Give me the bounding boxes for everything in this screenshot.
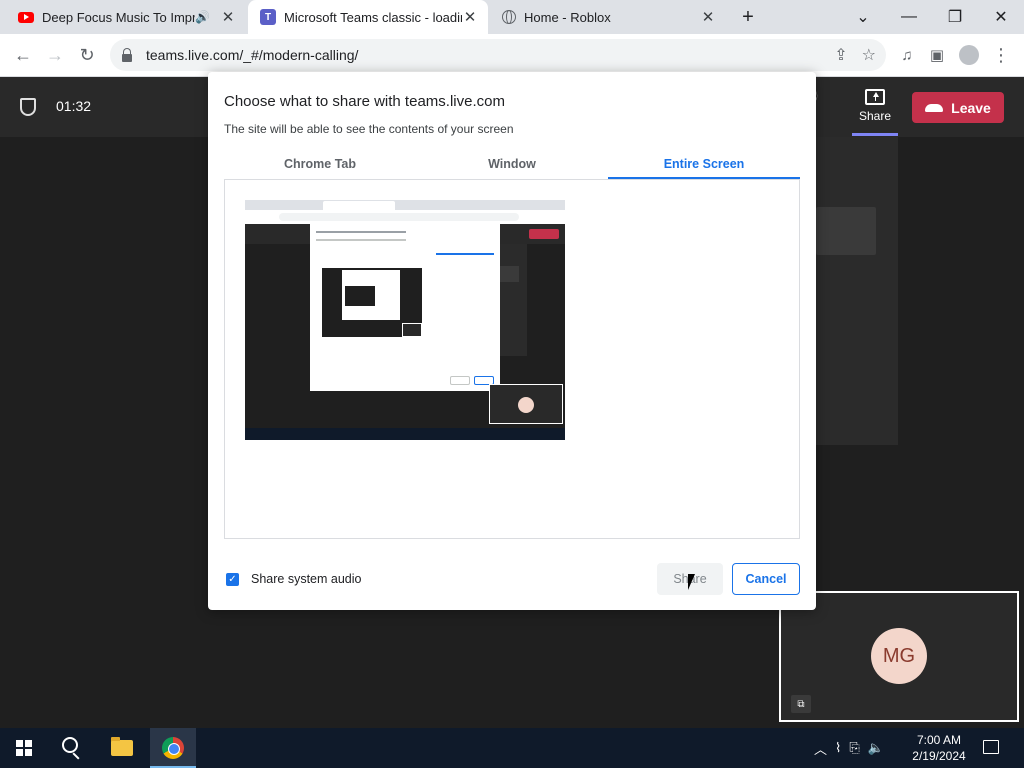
- hangup-icon: [925, 103, 944, 112]
- reload-icon[interactable]: ↻: [72, 40, 102, 70]
- windows-start-icon[interactable]: [16, 740, 32, 756]
- camera-options-icon[interactable]: ⧉: [791, 695, 811, 713]
- teams-icon: T: [260, 9, 276, 25]
- dialog-title: Choose what to share with teams.live.com: [224, 93, 505, 110]
- close-window-button[interactable]: ✕: [978, 0, 1024, 34]
- close-icon[interactable]: ✕: [700, 9, 716, 26]
- dialog-tabs: Chrome Tab Window Entire Screen: [224, 150, 800, 180]
- call-timer: 01:32: [56, 98, 92, 114]
- address-bar[interactable]: teams.live.com/_#/modern-calling/ ⇪ ☆: [110, 39, 886, 71]
- screen-thumbnail[interactable]: [245, 200, 565, 440]
- file-explorer-icon[interactable]: [111, 737, 133, 756]
- tab-search-chevron-icon[interactable]: ⌄: [840, 0, 886, 34]
- more-menu-icon[interactable]: ⋮: [986, 40, 1016, 70]
- windows-taskbar: ︿ ⌇ ⎘ 🔈 7:00 AM 2/19/2024: [0, 728, 1024, 768]
- clock-date: 2/19/2024: [912, 749, 966, 763]
- lock-icon[interactable]: [122, 47, 132, 62]
- media-control-icon[interactable]: ♫: [892, 40, 922, 70]
- share-active-indicator: [852, 133, 898, 136]
- minimize-button[interactable]: —: [886, 0, 932, 34]
- tab-roblox[interactable]: Home - Roblox ✕: [490, 0, 726, 34]
- speaker-icon[interactable]: 🔊: [195, 10, 210, 24]
- side-panel-icon[interactable]: ▣: [922, 40, 952, 70]
- new-tab-button[interactable]: +: [725, 0, 771, 34]
- share-audio-row[interactable]: ✓ Share system audio: [226, 572, 361, 586]
- url-text[interactable]: teams.live.com/_#/modern-calling/: [146, 47, 358, 63]
- share-label: Share: [858, 109, 892, 123]
- dialog-subtitle: The site will be able to see the content…: [224, 122, 514, 136]
- leave-button[interactable]: Leave: [912, 92, 1004, 123]
- tab-title: Home - Roblox: [524, 9, 611, 25]
- share-page-icon[interactable]: ⇪: [834, 45, 847, 65]
- back-arrow-icon[interactable]: ←: [8, 40, 38, 70]
- side-panel: [816, 137, 898, 445]
- tab-title: Microsoft Teams classic - loading: [284, 9, 462, 25]
- system-tray: ︿ ⌇ ⎘ 🔈: [814, 728, 884, 768]
- profile-avatar-icon[interactable]: [954, 40, 984, 70]
- restore-button[interactable]: ❐: [932, 0, 978, 34]
- search-icon[interactable]: [62, 737, 78, 753]
- chrome-icon: [162, 737, 184, 759]
- close-icon[interactable]: ✕: [220, 9, 236, 26]
- youtube-icon: [18, 11, 34, 23]
- share-audio-checkbox[interactable]: ✓: [226, 572, 239, 586]
- browser-toolbar: ← → ↻ teams.live.com/_#/modern-calling/ …: [0, 34, 1024, 77]
- close-icon[interactable]: ✕: [462, 9, 478, 26]
- share-screen-dialog: Choose what to share with teams.live.com…: [208, 72, 816, 610]
- tab-chrome-tab[interactable]: Chrome Tab: [224, 150, 416, 179]
- chevron-up-icon[interactable]: ︿: [814, 739, 827, 758]
- side-panel-item: [816, 207, 876, 255]
- taskbar-clock[interactable]: 7:00 AM 2/19/2024: [908, 732, 970, 764]
- tab-entire-screen[interactable]: Entire Screen: [608, 150, 800, 179]
- tab-youtube[interactable]: Deep Focus Music To Impro 🔊 ✕: [6, 0, 246, 34]
- leave-label: Leave: [951, 99, 991, 116]
- shield-icon: [20, 98, 36, 116]
- tab-teams[interactable]: T Microsoft Teams classic - loading ✕: [248, 0, 488, 34]
- cancel-button[interactable]: Cancel: [732, 563, 800, 595]
- network-icon[interactable]: ⌇: [835, 740, 841, 756]
- avatar: MG: [871, 628, 927, 684]
- self-video-tile[interactable]: MG ⧉: [779, 591, 1019, 722]
- globe-icon: [502, 10, 516, 24]
- chrome-taskbar-button[interactable]: [150, 728, 196, 768]
- tab-window[interactable]: Window: [416, 150, 608, 179]
- share-tray-icon: [865, 89, 885, 105]
- tab-title: Deep Focus Music To Impro: [42, 9, 196, 25]
- share-audio-label: Share system audio: [251, 572, 362, 586]
- mouse-cursor-icon: [688, 574, 695, 590]
- notification-icon[interactable]: [983, 740, 999, 754]
- network-wired-icon[interactable]: ⎘: [849, 740, 859, 756]
- screen-preview-area: [224, 180, 800, 539]
- clock-time: 7:00 AM: [916, 733, 962, 747]
- browser-tab-strip: Deep Focus Music To Impro 🔊 ✕ T Microsof…: [0, 0, 1024, 34]
- share-button[interactable]: Share: [852, 89, 898, 137]
- volume-muted-icon[interactable]: 🔈: [868, 740, 884, 756]
- bookmark-star-icon[interactable]: ☆: [862, 45, 876, 65]
- forward-arrow-icon[interactable]: →: [40, 40, 70, 70]
